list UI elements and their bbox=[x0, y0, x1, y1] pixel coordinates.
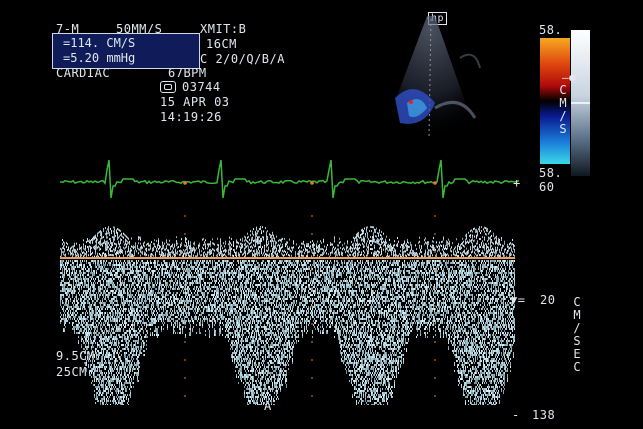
gradient-readout: =5.20 mmHg bbox=[63, 51, 136, 65]
color-scale-top: 58. bbox=[539, 23, 563, 37]
spectral-scale-bottom: 138 bbox=[532, 408, 556, 422]
color-scale-unit: C M / S bbox=[559, 83, 567, 136]
ecg-trace bbox=[60, 159, 520, 199]
study-id: 03744 bbox=[182, 80, 221, 94]
color-scale-bottom: 58. bbox=[539, 166, 563, 180]
gray-scale-bar bbox=[571, 30, 590, 176]
color-doppler-sector bbox=[385, 16, 481, 139]
ecg-beat-marker bbox=[433, 181, 437, 185]
ecg-beat-marker bbox=[183, 181, 187, 185]
velocity-readout: =114. CM/S bbox=[63, 36, 136, 50]
xmit-setting: XMIT:B bbox=[200, 22, 247, 36]
spectral-scale-dash: - bbox=[512, 408, 520, 422]
processing-setting: C 2/0/Q/B/A bbox=[200, 52, 285, 66]
gate-depth: 9.5CM bbox=[56, 349, 95, 363]
doppler-spectrum bbox=[60, 226, 515, 405]
ecg-beat-marker bbox=[310, 181, 314, 185]
recorder-icon bbox=[160, 81, 176, 93]
ultrasound-screen: 7-M 50MM/S XMIT:B 16CM C 2/0/Q/B/A =114.… bbox=[0, 0, 643, 429]
depth-setting: 16CM bbox=[206, 37, 237, 51]
preset-label: CARDIAC bbox=[56, 66, 111, 80]
ecg-plus-marker: + bbox=[513, 176, 521, 190]
spectral-scale-pointer: ▼= bbox=[510, 293, 526, 307]
spectral-unit: C M / S E C bbox=[573, 295, 581, 374]
heart-rate: 67BPM bbox=[168, 66, 207, 80]
exam-time: 14:19:26 bbox=[160, 110, 222, 124]
spectral-doppler-trace bbox=[60, 215, 515, 405]
marker-a: A bbox=[264, 399, 272, 413]
spectral-scale-top: 20 bbox=[540, 293, 556, 307]
measurement-box: =114. CM/S =5.20 mmHg bbox=[52, 33, 200, 69]
scale-pointer-icon: –● bbox=[562, 71, 577, 84]
ecg-gain: 60 bbox=[539, 180, 555, 194]
scale-depth: 25CM bbox=[56, 365, 87, 379]
exam-date: 15 APR 03 bbox=[160, 95, 230, 109]
